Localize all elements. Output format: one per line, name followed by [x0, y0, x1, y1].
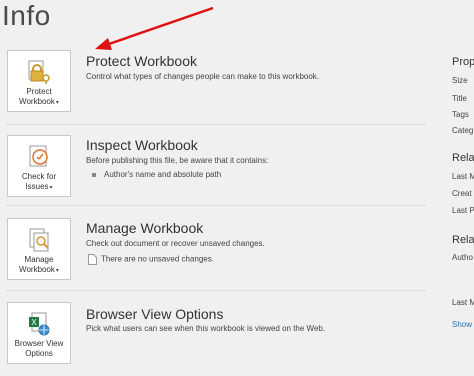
- last-modified-label: Last M: [452, 172, 474, 181]
- protect-workbook-title: Protect Workbook: [86, 53, 198, 69]
- section-divider: [7, 124, 425, 125]
- manage-workbook-button[interactable]: Manage Workbook▾: [7, 218, 71, 280]
- excel-globe-icon: X: [29, 312, 50, 336]
- manage-workbook-button-label: Manage Workbook: [19, 255, 55, 274]
- inspect-bullet-item: Author's name and absolute path: [92, 170, 221, 179]
- browser-view-options-button[interactable]: X Browser View Options: [7, 302, 71, 364]
- created-label: Creat: [452, 189, 472, 198]
- related-people-heading: Rela: [452, 234, 474, 246]
- browser-view-options-title: Browser View Options: [86, 306, 224, 322]
- protect-workbook-description: Control what types of changes people can…: [86, 72, 320, 81]
- author-label: Autho: [452, 253, 473, 262]
- chevron-down-icon: ▾: [55, 100, 59, 106]
- document-icon: [88, 254, 97, 265]
- inspect-workbook-description: Before publishing this file, be aware th…: [86, 156, 269, 165]
- section-divider: [7, 290, 425, 291]
- properties-heading: Prop: [452, 56, 474, 68]
- last-modified-by-label: Last M: [452, 298, 474, 307]
- document-check-icon: [29, 145, 48, 167]
- check-for-issues-button[interactable]: Check for Issues▾: [7, 135, 71, 197]
- property-categories-label: Categ: [452, 126, 474, 135]
- browser-view-options-description: Pick what users can see when this workbo…: [86, 324, 326, 333]
- manage-workbook-title: Manage Workbook: [86, 220, 204, 236]
- page-title: Info: [2, 0, 51, 31]
- chevron-down-icon: ▾: [55, 268, 59, 274]
- section-divider: [7, 205, 425, 206]
- show-all-properties-link[interactable]: Show: [452, 320, 472, 329]
- property-tags-label: Tags: [452, 110, 469, 119]
- inspect-workbook-title: Inspect Workbook: [86, 137, 198, 153]
- browser-view-options-button-label: Browser View Options: [14, 339, 64, 358]
- last-printed-label: Last P: [452, 206, 474, 215]
- svg-text:X: X: [31, 318, 37, 327]
- bullet-square-icon: [92, 172, 96, 177]
- annotation-arrow: [95, 6, 214, 50]
- chevron-down-icon: ▾: [49, 185, 53, 191]
- manage-bullet-item: There are no unsaved changes.: [88, 254, 214, 265]
- manage-workbook-description: Check out document or recover unsaved ch…: [86, 239, 265, 248]
- related-dates-heading: Rela: [452, 152, 474, 164]
- property-title-label: Title: [452, 94, 467, 103]
- property-size-label: Size: [452, 76, 468, 85]
- padlock-key-icon: [28, 60, 50, 84]
- document-search-icon: [29, 228, 49, 252]
- protect-workbook-button[interactable]: Protect Workbook▾: [7, 50, 71, 112]
- protect-workbook-button-label: Protect Workbook: [19, 87, 55, 106]
